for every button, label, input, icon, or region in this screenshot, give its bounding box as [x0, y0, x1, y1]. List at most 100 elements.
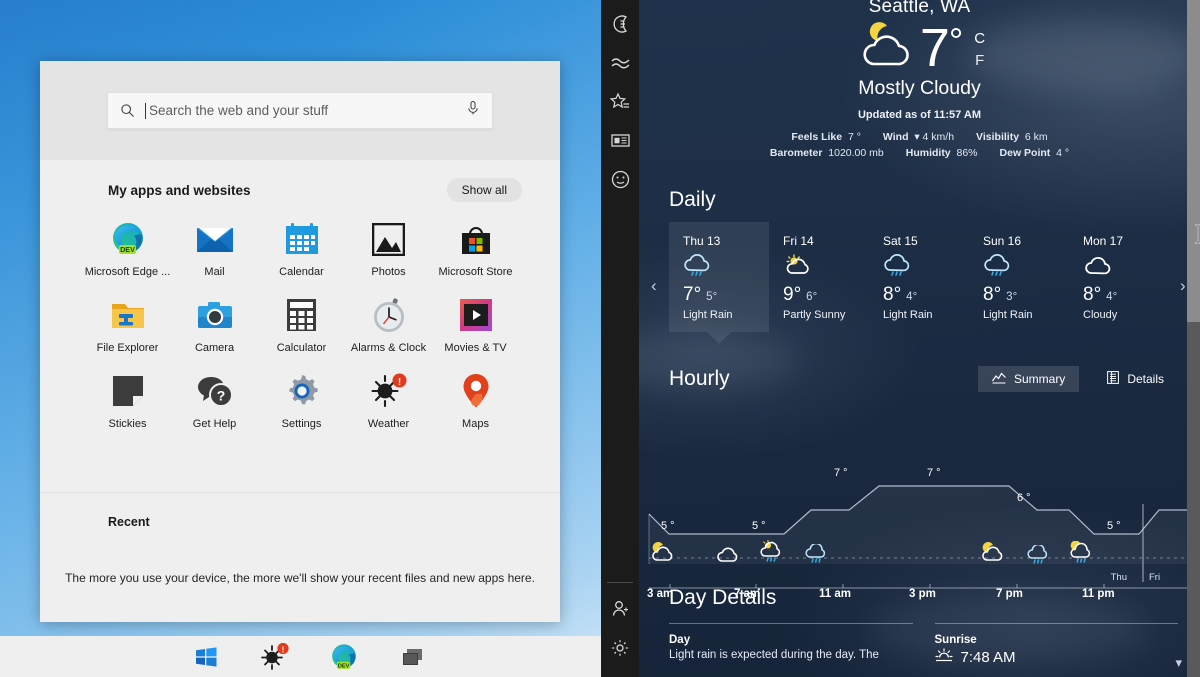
weather-scrollbar[interactable]	[1187, 0, 1200, 677]
microphone-icon[interactable]	[466, 100, 480, 121]
start-menu: Search the web and your stuff My apps an…	[40, 61, 560, 622]
taskbar: ! DEV	[0, 636, 601, 677]
app-label: Camera	[195, 342, 234, 354]
updated-timestamp: Updated as of 11:57 AM	[639, 109, 1200, 121]
cloud-icon	[1083, 254, 1169, 282]
news-icon[interactable]	[601, 121, 639, 160]
app-label: Get Help	[193, 418, 236, 430]
daily-card-mon[interactable]: Mon 17 8°4° Cloudy	[1069, 222, 1169, 332]
day-details-section: Day Details Day Light rain is expected d…	[639, 586, 1200, 667]
day-name: Fri 14	[783, 234, 869, 248]
app-label: Microsoft Store	[439, 266, 513, 278]
account-icon[interactable]	[601, 589, 639, 628]
current-temperature: 7°	[920, 21, 962, 75]
app-label: Alarms & Clock	[351, 342, 426, 354]
svg-text:!: !	[282, 644, 285, 654]
stickies-icon	[109, 372, 147, 410]
daily-card-sun[interactable]: Sun 16 8°3° Light Rain	[969, 222, 1069, 332]
calendar-icon	[283, 220, 321, 258]
unit-toggle[interactable]: C F	[974, 28, 985, 72]
apps-header: My apps and websites Show all	[40, 178, 560, 202]
rain-cloud-icon	[804, 544, 830, 571]
app-tile-settings[interactable]: Settings	[258, 372, 345, 430]
search-icon	[120, 103, 135, 118]
app-tile-camera[interactable]: Camera	[171, 296, 258, 354]
daily-forecast-section: Daily ‹ › Thu 13 7°5° Light Rain Fri 14	[639, 188, 1200, 342]
app-tile-file-explorer[interactable]: File Explorer	[84, 296, 171, 354]
sun-cloud-rain-icon	[759, 540, 785, 570]
app-label: Photos	[371, 266, 405, 278]
app-tile-alarms-clock[interactable]: Alarms & Clock	[345, 296, 432, 354]
rail-divider	[607, 582, 633, 583]
movies-tv-icon	[457, 296, 495, 334]
app-tile-calendar[interactable]: Calendar	[258, 220, 345, 278]
svg-text:5 °: 5 °	[661, 520, 675, 532]
app-tile-get-help[interactable]: ? Get Help	[171, 372, 258, 430]
search-input[interactable]: Search the web and your stuff	[107, 92, 493, 129]
weather-scrollbar-thumb[interactable]	[1187, 0, 1200, 322]
unit-celsius[interactable]: C	[974, 28, 985, 50]
app-tile-microsoft-edge[interactable]: DEV Microsoft Edge ...	[84, 220, 171, 278]
day-low: 3°	[1006, 291, 1017, 303]
summary-tab[interactable]: Summary	[978, 366, 1079, 392]
scroll-down-chevron[interactable]: ▾	[1175, 655, 1182, 671]
camera-icon	[196, 296, 234, 334]
stat-value: 7 °	[848, 131, 861, 143]
start-button[interactable]	[191, 642, 221, 672]
svg-text:?: ?	[216, 387, 225, 403]
app-tile-weather[interactable]: ! Weather	[345, 372, 432, 430]
app-tile-mail[interactable]: Mail	[171, 220, 258, 278]
app-tile-movies-tv[interactable]: Movies & TV	[432, 296, 519, 354]
day-details-day-text: Light rain is expected during the day. T…	[669, 649, 913, 661]
stat-value: ▾ 4 km/h	[914, 131, 954, 143]
calculator-icon	[283, 296, 321, 334]
daily-next-button[interactable]: ›	[1180, 276, 1186, 296]
hourly-section-title: Hourly	[669, 367, 978, 391]
daily-prev-button[interactable]: ‹	[651, 276, 657, 296]
daily-card-fri[interactable]: Fri 14 9°6° Partly Sunny	[769, 222, 869, 332]
recent-section-title: Recent	[40, 515, 560, 529]
maps-chart-icon[interactable]	[601, 43, 639, 82]
search-zone: Search the web and your stuff	[40, 61, 560, 160]
app-tile-stickies[interactable]: Stickies	[84, 372, 171, 430]
app-label: Settings	[282, 418, 322, 430]
app-tile-photos[interactable]: Photos	[345, 220, 432, 278]
forecast-icon[interactable]	[601, 4, 639, 43]
task-view-button[interactable]	[398, 642, 428, 672]
svg-text:5 °: 5 °	[752, 520, 766, 532]
details-tab[interactable]: Details	[1093, 366, 1178, 392]
app-tile-calculator[interactable]: Calculator	[258, 296, 345, 354]
get-help-icon: ?	[196, 372, 234, 410]
app-label: Movies & TV	[444, 342, 506, 354]
day-name: Mon 17	[1083, 234, 1169, 248]
mouse-cursor-ibeam	[1193, 224, 1200, 249]
alarms-clock-icon	[370, 296, 408, 334]
stat-label: Feels Like	[791, 131, 842, 143]
svg-text:Thu: Thu	[1111, 572, 1127, 583]
microsoft-store-icon	[457, 220, 495, 258]
app-tile-microsoft-store[interactable]: Microsoft Store	[432, 220, 519, 278]
rain-cloud-icon	[683, 254, 769, 282]
weather-content: Seattle, WA 7° C F Mostly Cloudy Updated…	[639, 0, 1200, 677]
app-tile-maps[interactable]: Maps	[432, 372, 519, 430]
favorites-star-icon[interactable]	[601, 82, 639, 121]
hourly-chart[interactable]: 5 ° 5 ° 7 ° 7 ° 6 ° 5 ° Thu Fri	[639, 404, 1200, 594]
day-high: 7°	[683, 284, 701, 305]
apps-section: My apps and websites Show all DEV	[40, 160, 560, 492]
show-all-button[interactable]: Show all	[447, 178, 522, 202]
sun-cloud-icon	[783, 254, 869, 282]
app-label: Microsoft Edge ...	[85, 266, 171, 278]
daily-card-sat[interactable]: Sat 15 8°4° Light Rain	[869, 222, 969, 332]
settings-gear-icon[interactable]	[601, 628, 639, 667]
edge-dev-taskbar-button[interactable]: DEV	[329, 642, 359, 672]
weather-taskbar-button[interactable]: !	[260, 642, 290, 672]
sunrise-time: 7:48 AM	[961, 649, 1016, 666]
day-condition: Light Rain	[883, 309, 969, 321]
day-condition: Partly Sunny	[783, 309, 869, 321]
life-smiley-icon[interactable]	[601, 160, 639, 199]
app-label: Mail	[204, 266, 224, 278]
daily-card-thu[interactable]: Thu 13 7°5° Light Rain	[669, 222, 769, 332]
recent-section: Recent The more you use your device, the…	[40, 492, 560, 622]
unit-fahrenheit[interactable]: F	[974, 50, 985, 72]
stat-label: Wind	[883, 131, 909, 143]
